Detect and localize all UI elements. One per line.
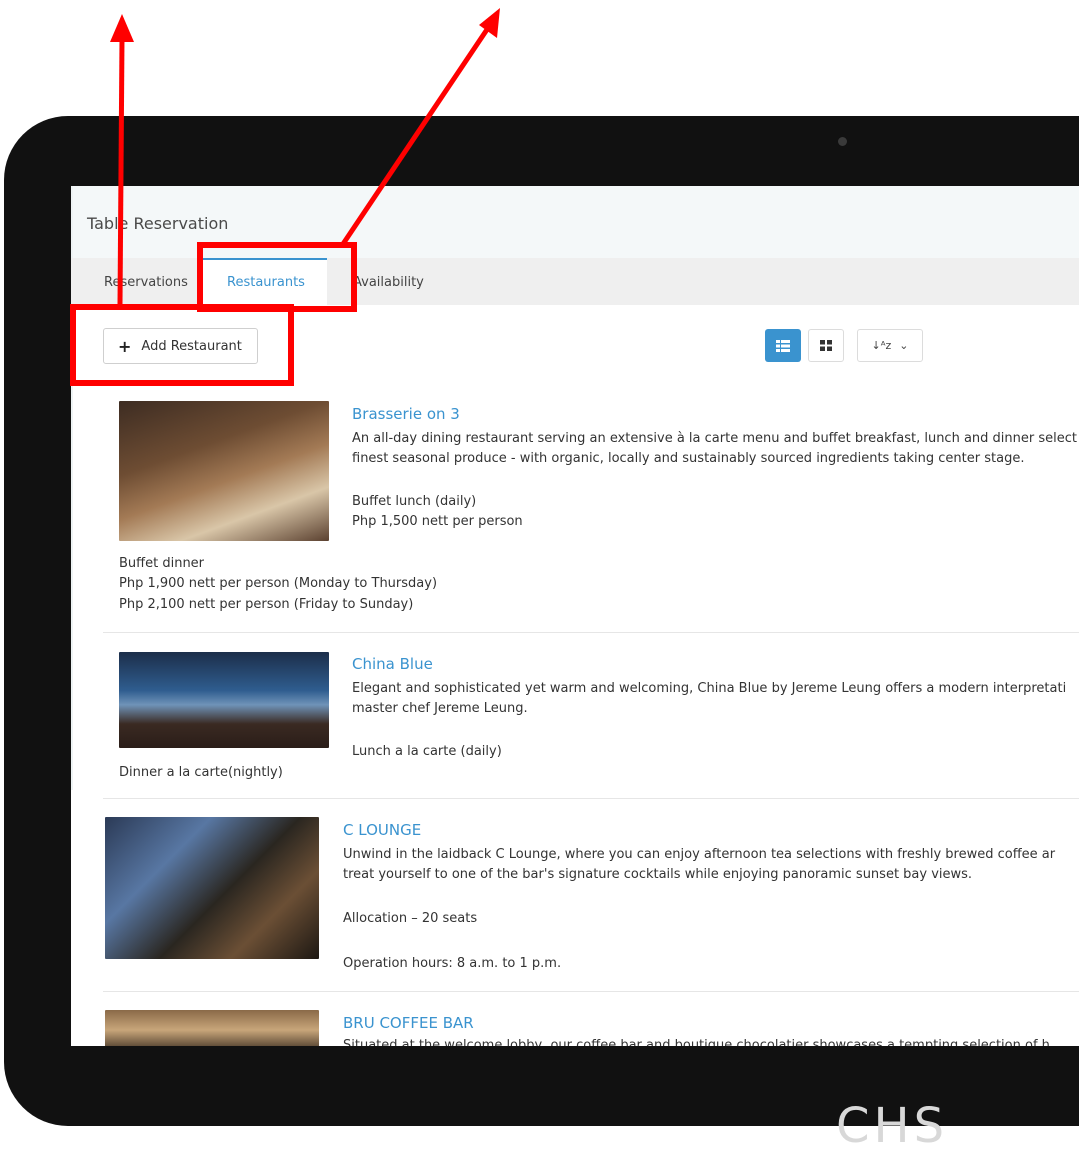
annotation-arrows (110, 8, 500, 305)
arrow-line (340, 26, 491, 246)
arrow-head-icon (110, 14, 134, 42)
arrow-line (117, 37, 125, 305)
